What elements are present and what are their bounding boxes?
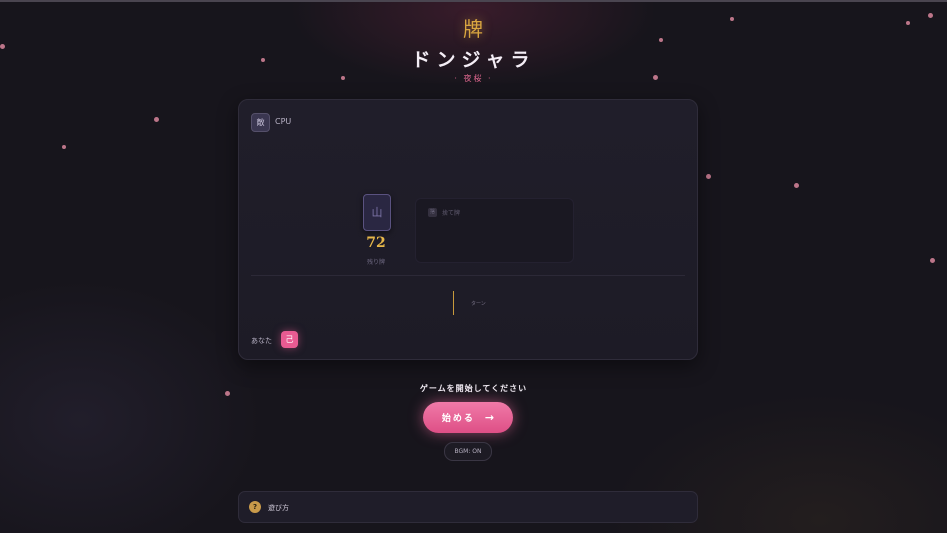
- page-subtitle: · 夜桜 ·: [454, 74, 493, 83]
- top-border: [0, 0, 947, 2]
- arrow-right-icon: →: [484, 411, 495, 424]
- discard-icon: 捨: [428, 208, 437, 217]
- cpu-avatar: 敵: [251, 113, 270, 132]
- discard-label: 捨て牌: [442, 210, 461, 217]
- bgm-toggle-button[interactable]: BGM: ON: [444, 442, 492, 461]
- start-button-label: 始める: [441, 414, 475, 424]
- game-board: 敵 CPU 山 72 残り牌 捨 捨て牌 ターン あなた 己: [238, 99, 698, 360]
- deck-label: 残り牌: [366, 259, 385, 266]
- discard-area: 捨 捨て牌: [415, 198, 574, 263]
- cpu-name: CPU: [275, 117, 292, 126]
- petal-decoration: [906, 21, 910, 25]
- petal-decoration: [706, 174, 711, 179]
- how-to-play-panel[interactable]: ? 遊び方: [238, 491, 698, 523]
- petal-decoration: [730, 17, 734, 21]
- tile-emblem-icon: 牌: [463, 17, 483, 41]
- turn-indicator: [453, 291, 454, 315]
- page-title: ドンジャラ: [411, 49, 536, 71]
- game-screen: 牌 ドンジャラ · 夜桜 · 敵 CPU 山 72 残り牌 捨 捨て牌 ターン …: [0, 0, 947, 533]
- deck-pile[interactable]: 山: [363, 194, 391, 231]
- petal-decoration: [928, 13, 933, 18]
- petal-decoration: [794, 183, 799, 188]
- petal-decoration: [659, 38, 663, 42]
- how-to-play-label: 遊び方: [268, 504, 289, 512]
- player-avatar: 己: [281, 331, 298, 348]
- start-button[interactable]: 始める →: [423, 402, 513, 433]
- player-name: あなた: [251, 337, 272, 345]
- deck-count: 72: [366, 235, 386, 251]
- petal-decoration: [62, 145, 66, 149]
- board-divider: [251, 275, 685, 276]
- help-icon: ?: [249, 501, 261, 513]
- petal-decoration: [154, 117, 159, 122]
- start-prompt: ゲームを開始してください: [419, 384, 528, 393]
- turn-label: ターン: [471, 301, 486, 307]
- petal-decoration: [930, 258, 935, 263]
